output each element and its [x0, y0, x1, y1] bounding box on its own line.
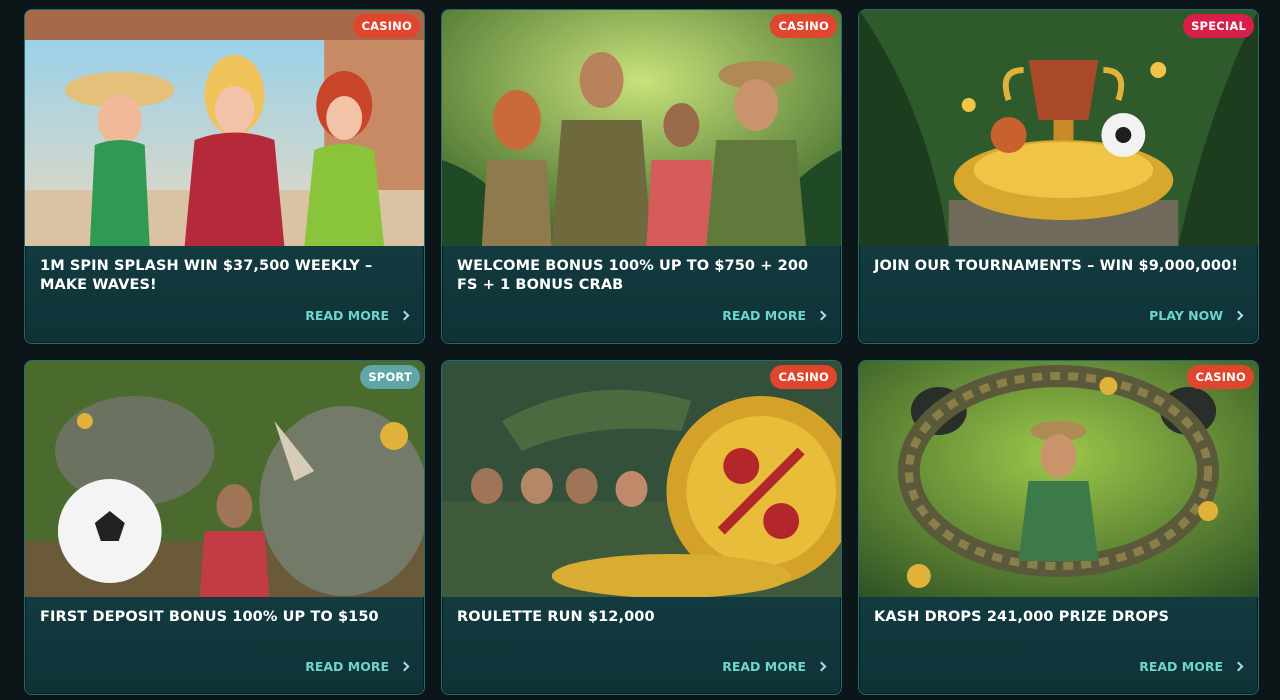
cta-label: READ MORE — [722, 659, 806, 674]
play-now-link[interactable]: PLAY NOW — [1149, 308, 1244, 323]
category-badge: SPECIAL — [1183, 14, 1254, 38]
category-badge: SPORT — [360, 365, 420, 389]
promo-title: WELCOME BONUS 100% UP TO $750 + 200 FS +… — [457, 258, 809, 293]
jungle-explorers-image[interactable] — [442, 10, 841, 246]
category-badge: CASINO — [770, 14, 837, 38]
promo-title: ROULETTE RUN $12,000 — [457, 609, 655, 625]
category-badge: CASINO — [353, 14, 420, 38]
promo-title: 1M SPIN SPLASH WIN $37,500 WEEKLY – MAKE… — [40, 258, 373, 293]
chevron-right-icon — [1233, 310, 1244, 321]
chevron-right-icon — [816, 661, 827, 672]
promo-card[interactable]: CASINO KASH DROPS 241,000 PRIZE DROPS RE… — [858, 360, 1259, 695]
promo-card[interactable]: SPORT FIRST DEPOSIT BONUS 100% UP TO $15… — [24, 360, 425, 695]
cta-label: READ MORE — [722, 308, 806, 323]
beach-women-image[interactable] — [25, 10, 424, 246]
cta-label: PLAY NOW — [1149, 308, 1223, 323]
trophy-coins-image[interactable] — [859, 10, 1258, 246]
promo-card[interactable]: CASINO WELCOME BONUS 100% UP TO $750 + 2… — [441, 9, 842, 344]
cta-label: READ MORE — [1139, 659, 1223, 674]
read-more-link[interactable]: READ MORE — [722, 308, 827, 323]
chevron-right-icon — [399, 661, 410, 672]
read-more-link[interactable]: READ MORE — [1139, 659, 1244, 674]
cta-label: READ MORE — [305, 308, 389, 323]
crocodile-coin-image[interactable] — [442, 361, 841, 597]
chevron-right-icon — [399, 310, 410, 321]
promo-card[interactable]: SPECIAL JOIN OUR TOURNAMENTS – WIN $9,00… — [858, 9, 1259, 344]
category-badge: CASINO — [1187, 365, 1254, 389]
read-more-link[interactable]: READ MORE — [305, 308, 410, 323]
promotions-grid: CASINO 1M SPIN SPLASH WIN $37,500 WEEKLY… — [24, 9, 1260, 695]
category-badge: CASINO — [770, 365, 837, 389]
promo-title: JOIN OUR TOURNAMENTS – WIN $9,000,000! — [874, 258, 1238, 274]
read-more-link[interactable]: READ MORE — [722, 659, 827, 674]
promo-title: FIRST DEPOSIT BONUS 100% UP TO $150 — [40, 609, 379, 625]
cta-label: READ MORE — [305, 659, 389, 674]
promo-card[interactable]: CASINO ROULETTE RUN $12,000 READ MORE — [441, 360, 842, 695]
chevron-right-icon — [816, 310, 827, 321]
read-more-link[interactable]: READ MORE — [305, 659, 410, 674]
rhino-soccer-image[interactable] — [25, 361, 424, 597]
promo-title: KASH DROPS 241,000 PRIZE DROPS — [874, 609, 1170, 625]
chevron-right-icon — [1233, 661, 1244, 672]
promo-card[interactable]: CASINO 1M SPIN SPLASH WIN $37,500 WEEKLY… — [24, 9, 425, 344]
snake-explorer-image[interactable] — [859, 361, 1258, 597]
